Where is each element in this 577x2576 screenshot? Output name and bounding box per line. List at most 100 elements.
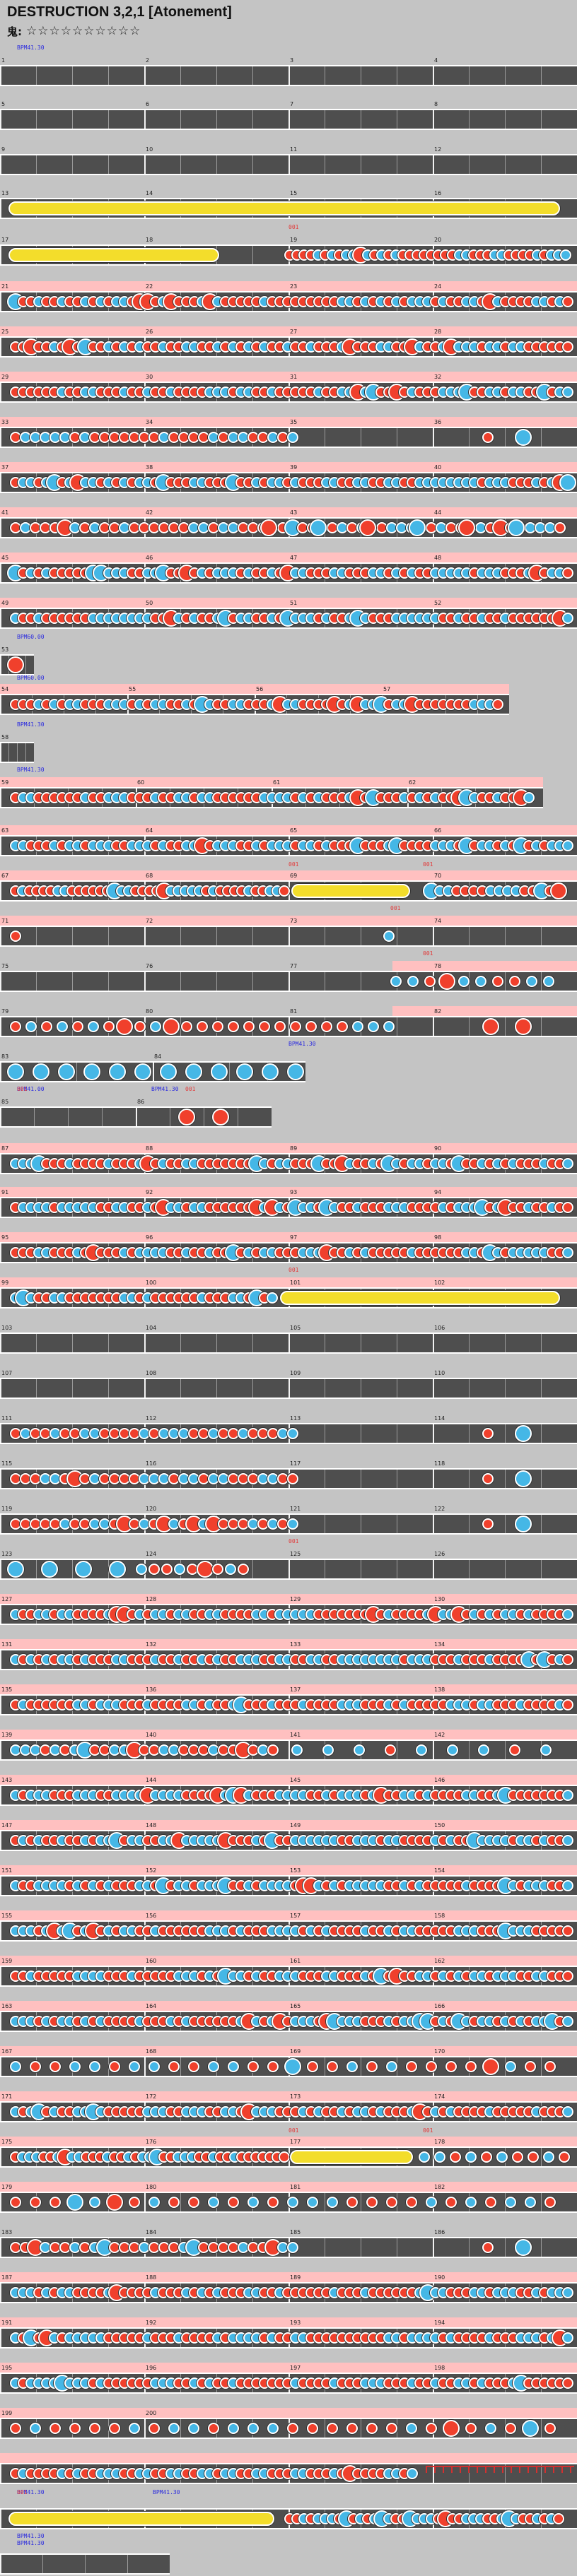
don-note: [559, 2151, 570, 2163]
don-note: [544, 2061, 556, 2072]
don-note: [525, 2061, 536, 2072]
don-note: [406, 2061, 417, 2072]
ka-note: [419, 2151, 430, 2163]
measure-line: [0, 656, 1, 674]
ka-note: [208, 2061, 219, 2072]
don-note: [528, 2151, 539, 2163]
ka-note: [458, 976, 470, 987]
chart-row: 195 196 197 198: [0, 2363, 577, 2395]
don-note: [49, 2197, 61, 2208]
measure-number: 80: [146, 1008, 153, 1015]
measure-line: [0, 2464, 1, 2483]
don-note: [492, 699, 503, 710]
don-note: [30, 2061, 41, 2072]
beat-line: [469, 1334, 470, 1352]
chart-row: 135 136 137 138: [0, 1684, 577, 1717]
ka-note: [287, 1518, 298, 1530]
don-note: [10, 2423, 21, 2434]
measure-number: 16: [434, 190, 442, 196]
measure-number: 114: [434, 1415, 445, 1422]
measure-number: 176: [146, 2139, 157, 2145]
measure-number: 107: [1, 1370, 13, 1376]
ka-note: [185, 1063, 202, 1080]
ka-note: [228, 2423, 239, 2434]
don-note: [481, 2151, 492, 2163]
chart-row: [0, 2453, 577, 2486]
measure-number: 4: [434, 57, 438, 64]
measure-number: 46: [146, 555, 153, 561]
ka-note: [109, 1561, 126, 1578]
event-annotation: 001: [185, 1086, 196, 1092]
ka-note: [562, 840, 573, 851]
measure-line: [433, 66, 434, 85]
measure-number: 100: [146, 1280, 157, 1286]
don-note: [287, 1473, 298, 1484]
beat-line: [127, 2555, 128, 2573]
chart-row: 151 152 153 154: [0, 1865, 577, 1898]
measure-number: 75: [1, 963, 9, 969]
ka-note: [66, 2194, 83, 2211]
measure-number: 111: [1, 1415, 13, 1422]
measure-line: [144, 972, 146, 991]
measure-number: 178: [434, 2139, 445, 2145]
ka-note: [478, 1744, 489, 1756]
chart-row: 41 42 43 44: [0, 507, 577, 540]
don-note: [106, 2194, 123, 2211]
beat-line: [229, 1063, 230, 1081]
don-note: [168, 2197, 180, 2208]
measure-line: [0, 2148, 1, 2166]
measure-line: [144, 2419, 146, 2438]
measure-number: 184: [146, 2229, 157, 2235]
measure-number: 171: [1, 2093, 13, 2100]
measure-number: 129: [290, 1596, 301, 1602]
ka-note: [386, 2061, 397, 2072]
measure-line: [0, 1831, 1, 1850]
chart-row: 143 144 145 146: [0, 1775, 577, 1807]
balloon-tick: [519, 2466, 520, 2473]
measure-number: 104: [146, 1325, 157, 1331]
chart-row: 183 184 185 186: [0, 2227, 577, 2259]
measure-number: 70: [434, 873, 442, 879]
measure-number: 43: [290, 509, 298, 516]
ka-note: [434, 2151, 445, 2163]
beat-line: [180, 110, 181, 129]
ka-note: [225, 1564, 236, 1575]
don-note: [274, 1021, 286, 1032]
measure-line: [144, 2057, 146, 2076]
measure-number: 1: [1, 57, 6, 64]
note-lane: [0, 154, 577, 175]
don-note: [267, 1744, 279, 1756]
measure-line: [0, 1243, 1, 1262]
don-note: [562, 2377, 573, 2389]
beat-line: [541, 428, 542, 447]
measure-number: 110: [434, 1370, 445, 1376]
event-annotation: 001: [17, 1086, 28, 1092]
beat-line: [252, 66, 253, 85]
ka-note: [109, 1063, 126, 1080]
event-annotation: 001: [288, 1267, 299, 1273]
don-note: [181, 1021, 192, 1032]
ka-note: [88, 1021, 99, 1032]
notechart: 1 2 3 4 5 6 7 8 9 10 11 12 13 14 15 16 17 18 19 20 21 22 23 24 2…: [0, 0, 577, 2575]
chart-row: 123 124 125 126: [0, 1549, 577, 1581]
ka-note: [522, 2420, 539, 2437]
measure-number: 119: [1, 1506, 13, 1512]
measure-number: 62: [409, 779, 416, 786]
measure-number: 197: [290, 2365, 301, 2371]
chart-row: 29 30 31 32: [0, 372, 577, 404]
measure-number: 69: [290, 873, 298, 879]
measure-number: 132: [146, 1641, 157, 1648]
don-note: [366, 2061, 378, 2072]
beat-line: [42, 2555, 43, 2573]
beat-line: [469, 1470, 470, 1488]
gogo-band: [0, 684, 509, 694]
measure-number: 153: [290, 1867, 301, 1874]
measure-number: 86: [137, 1099, 145, 1105]
ka-note: [390, 976, 402, 987]
measure-number: 115: [1, 1460, 13, 1467]
gogo-band: [0, 1594, 577, 1604]
beat-line: [252, 155, 253, 174]
measure-line: [0, 199, 1, 218]
ka-note: [515, 1425, 532, 1442]
beat-line: [25, 656, 26, 674]
